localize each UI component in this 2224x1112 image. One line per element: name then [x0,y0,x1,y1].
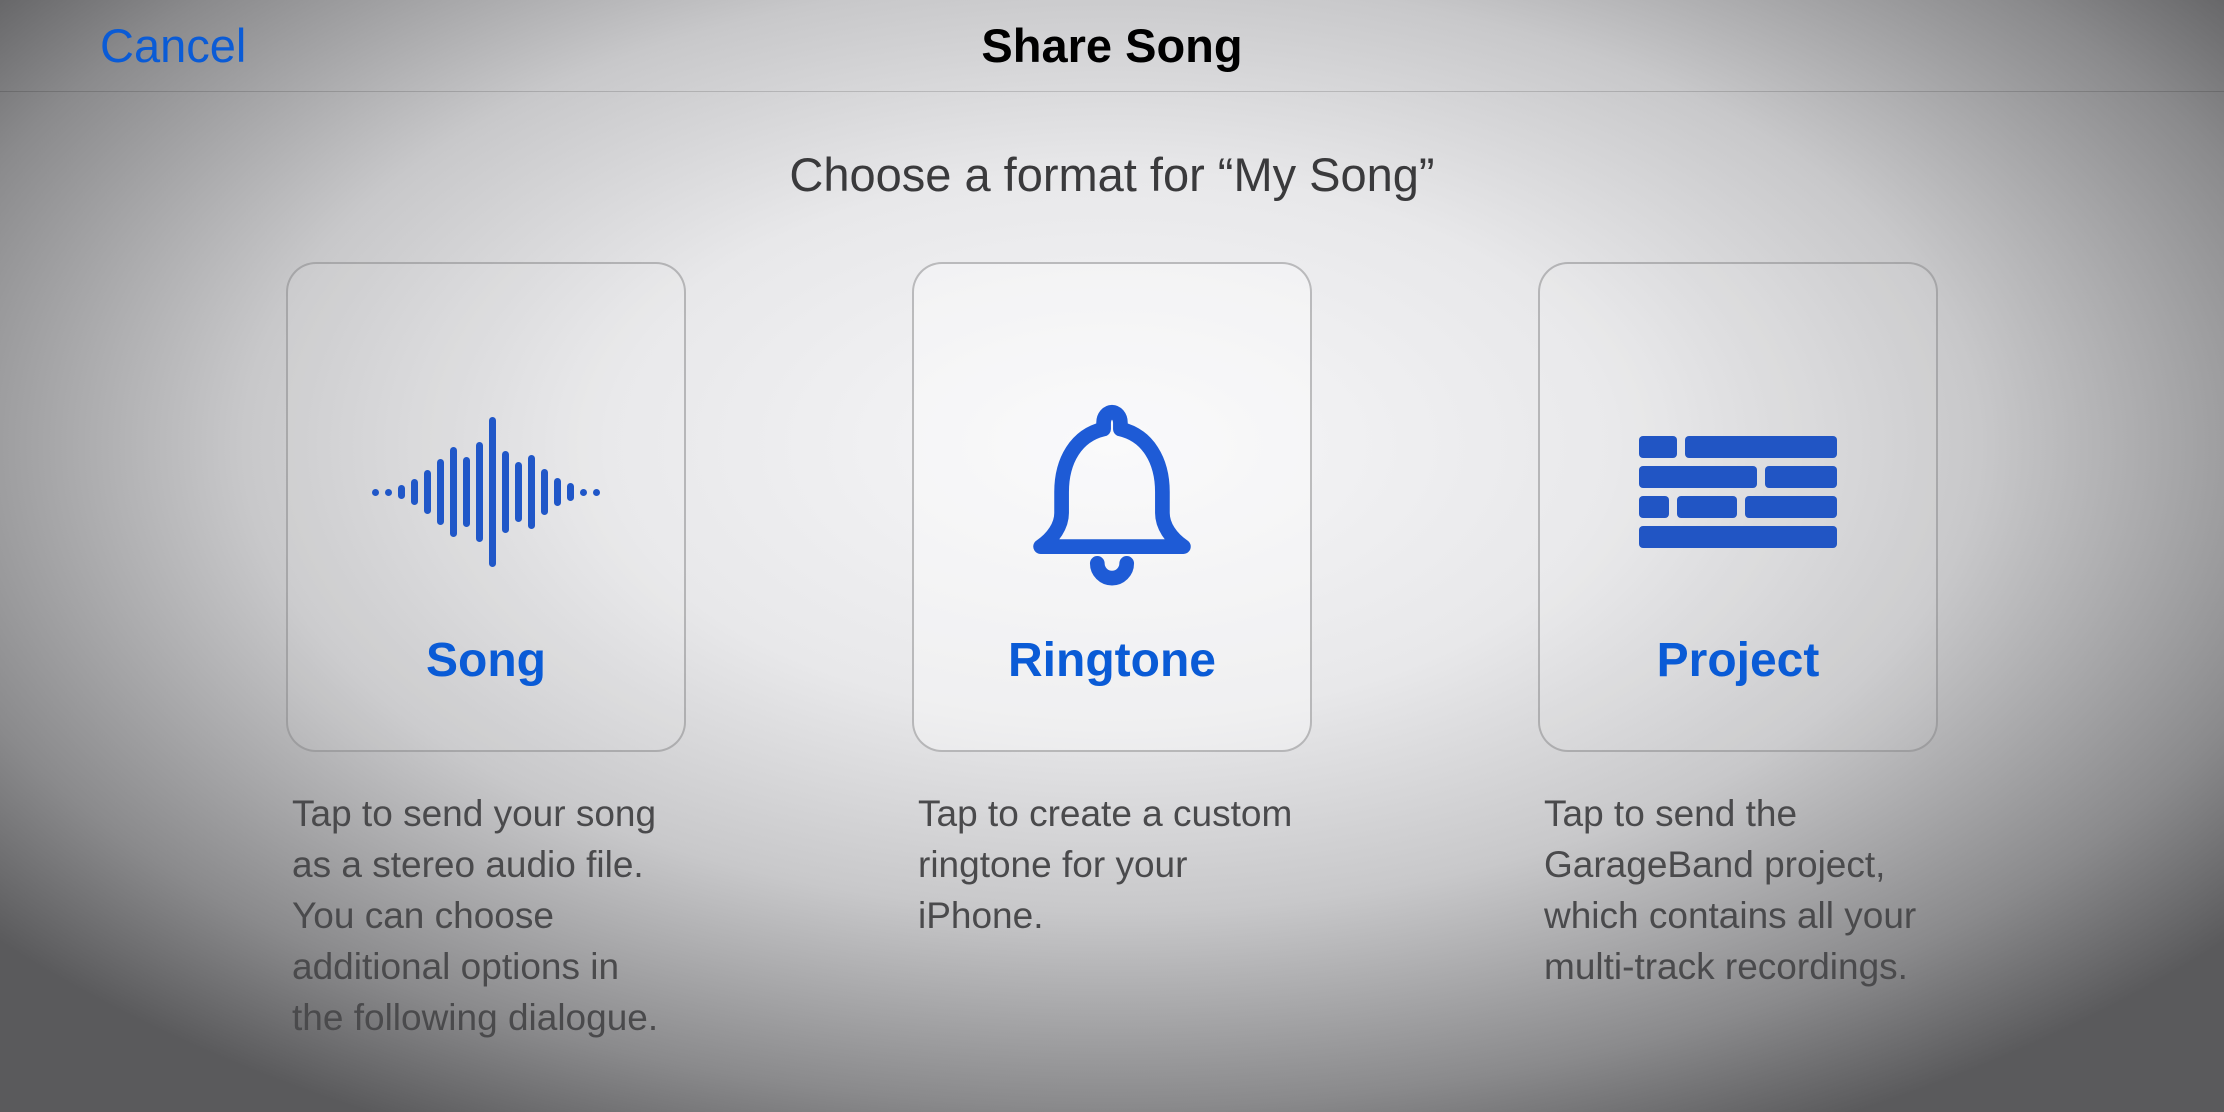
option-ringtone-button[interactable]: Ringtone [912,262,1312,752]
option-song: Song Tap to send your song as a stereo a… [286,262,686,1043]
subtitle-text: Choose a format for “My Song” [0,147,2224,202]
bell-icon [1007,362,1217,622]
format-options: Song Tap to send your song as a stereo a… [0,262,2224,1043]
header-bar: Cancel Share Song [0,0,2224,92]
option-project-button[interactable]: Project [1538,262,1938,752]
cancel-button[interactable]: Cancel [100,18,246,73]
option-ringtone-description: Tap to create a custom ringtone for your… [912,788,1312,941]
option-song-button[interactable]: Song [286,262,686,752]
option-song-label: Song [288,633,684,688]
tracks-icon [1639,362,1837,622]
page-title: Share Song [981,18,1242,73]
option-ringtone: Ringtone Tap to create a custom ringtone… [912,262,1312,1043]
option-ringtone-label: Ringtone [914,633,1310,688]
option-project-description: Tap to send the GarageBand project, whic… [1538,788,1938,992]
option-project: Project Tap to send the GarageBand proje… [1538,262,1938,1043]
option-project-label: Project [1540,633,1936,688]
waveform-icon [372,362,600,622]
option-song-description: Tap to send your song as a stereo audio … [286,788,686,1043]
